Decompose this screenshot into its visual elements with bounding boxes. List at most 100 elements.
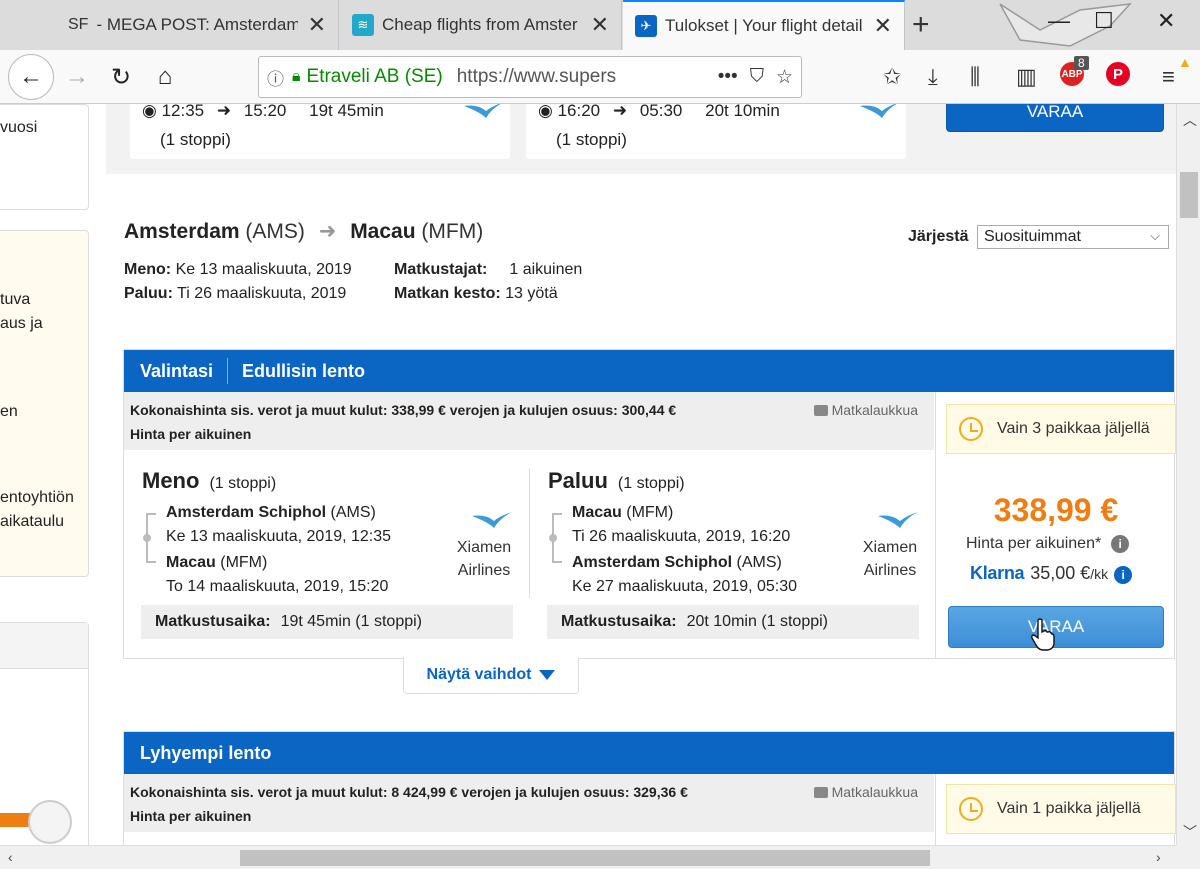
sort-select[interactable]: Suosituimmat ⌵ (977, 225, 1169, 249)
arr-time: 15:20 (243, 104, 287, 120)
close-tab-icon[interactable]: ✕ (591, 12, 609, 38)
klarna-info-icon[interactable]: i (1114, 566, 1133, 584)
forward-button[interactable]: → (58, 58, 96, 96)
bookmark-star-icon[interactable]: ☆ (776, 66, 793, 89)
luggage-info: Matkalaukkua (813, 784, 918, 800)
sort-selected-value: Suosituimmat (984, 228, 1081, 245)
page-actions-icon[interactable]: ••• (718, 66, 738, 88)
return-from: Macau (MFM) (572, 504, 673, 522)
reload-button[interactable]: ↻ (102, 58, 140, 96)
klarna-installment: Klarna 35,00 €/kk i (970, 563, 1133, 584)
url-bar[interactable]: ⓘ 🔒︎ Etraveli AB (SE) https://www.supers… (258, 56, 802, 98)
to-airport: Macau (166, 554, 216, 571)
stop-dot-icon (549, 534, 557, 542)
tab-your-choice[interactable]: Valintasi (140, 361, 213, 382)
duration-label: Matkustusaika: (155, 613, 271, 630)
book-button[interactable]: VARAA (948, 606, 1164, 648)
airline-name-line1: Xiamen (456, 539, 512, 556)
tab-shorter-flight[interactable]: Lyhyempi lento (140, 743, 271, 764)
from-code: (MFM) (626, 504, 674, 521)
reload-icon: ↻ (110, 63, 132, 91)
sidebar-icon[interactable]: ▥ (1016, 64, 1037, 90)
info-circle-icon[interactable]: ⓘ (267, 65, 284, 90)
header-divider (227, 358, 229, 384)
menu-hamburger-icon[interactable]: ≡ (1162, 64, 1175, 90)
duration-value: 19t 45min (1 stoppi) (280, 613, 422, 630)
back-button[interactable]: ← (8, 54, 54, 100)
tab-cheap-flights[interactable]: ≋ Cheap flights from Amster ✕ (340, 0, 622, 50)
url-text[interactable]: https://www.supers (457, 66, 706, 88)
maximize-icon[interactable]: ☐ (1094, 8, 1114, 34)
home-button[interactable]: ⌂ (146, 58, 184, 96)
outbound-to-time: To 14 maaliskuuta, 2019, 15:20 (166, 578, 389, 595)
scroll-down-arrow-icon[interactable]: ﹀ (1183, 822, 1197, 842)
outbound-title-text: Meno (142, 468, 200, 493)
chevron-down-icon: ⌵ (1150, 228, 1160, 243)
scroll-right-arrow-icon[interactable]: › (1156, 849, 1161, 865)
minimize-icon[interactable]: — (1048, 8, 1070, 34)
previous-book-button[interactable]: VARAA (946, 104, 1164, 132)
time-slider-handle[interactable] (28, 800, 72, 844)
duration: 19t 45min (309, 104, 384, 120)
close-window-icon[interactable]: ✕ (1157, 8, 1175, 34)
outbound-from: Amsterdam Schiphol (AMS) (166, 504, 376, 522)
outbound-duration-bar: Matkustusaika: 19t 45min (1 stoppi) (141, 605, 513, 639)
from-airport: Macau (572, 504, 622, 521)
show-stops-toggle[interactable]: Näytä vaihdot (403, 657, 579, 694)
destination-code: (MFM) (421, 220, 484, 243)
new-tab-plus-icon[interactable]: + (912, 8, 930, 42)
arrow-right-icon: ➜ (612, 104, 628, 120)
outbound-to: Macau (MFM) (166, 554, 267, 572)
seats-left-notice: Vain 1 paikka jäljellä (946, 784, 1176, 834)
tab-mega-post[interactable]: SF - MEGA POST: Amsterdam ✕ (56, 0, 339, 50)
info-icon[interactable]: i (1111, 535, 1130, 553)
library-icon[interactable]: ⫼ (970, 64, 980, 90)
stops: (1 stoppi) (556, 130, 627, 149)
depart-date: Meno: Ke 13 maaliskuuta, 2019 (124, 261, 352, 279)
to-code: (AMS) (736, 554, 782, 571)
xiamen-airlines-logo-icon (860, 104, 897, 118)
plane-favicon-icon: ✈ (635, 15, 657, 37)
arr-time: 05:30 (639, 104, 683, 120)
return-duration-bar: Matkustusaika: 20t 10min (1 stoppi) (547, 605, 919, 639)
luggage-label: Matkalaukkua (831, 784, 918, 800)
vertical-scrollbar[interactable]: ︿ ﹀ (1176, 104, 1200, 845)
radio-selected-icon[interactable]: ◉ (142, 104, 157, 120)
tab-tulokset[interactable]: ✈ Tulokset | Your flight detail ✕ (623, 0, 905, 50)
airline-name-line1: Xiamen (862, 539, 918, 556)
lock-icon: 🔒︎ (292, 68, 301, 85)
horizontal-scroll-thumb[interactable] (240, 850, 930, 866)
flight-result-card-cheapest: Valintasi Edullisin lento Kokonaishinta … (123, 349, 1176, 659)
bookmarks-star-icon[interactable]: ✩ (883, 64, 901, 90)
travellers: Matkustajat: 1 aikuinen (394, 261, 582, 279)
close-tab-icon[interactable]: ✕ (308, 12, 326, 38)
origin-code: (AMS) (245, 220, 305, 243)
navigation-bar: ← → ↻ ⌂ ⓘ 🔒︎ Etraveli AB (SE) https://ww… (0, 50, 1200, 104)
per-person-line: Hinta per aikuinen (130, 426, 252, 442)
tab-cheapest[interactable]: Edullisin lento (242, 361, 365, 382)
duration-label: Matkustusaika: (561, 613, 677, 630)
pocket-icon[interactable]: ⛉ (750, 66, 764, 88)
dep-time: 12:35 (161, 104, 205, 120)
pinterest-icon[interactable]: P (1106, 62, 1130, 86)
close-tab-icon[interactable]: ✕ (874, 13, 892, 39)
sidebar-text: entoyhtiön (0, 489, 74, 506)
price-summary-strip: Kokonaishinta sis. verot ja muut kulut: … (124, 392, 934, 450)
previous-result-panel: ◉ 12:35 ➜ 15:20 19t 45min (1 stoppi) ◉ 1… (106, 104, 1176, 174)
scroll-up-arrow-icon[interactable]: ︿ (1183, 110, 1197, 130)
radio-selected-icon[interactable]: ◉ (538, 104, 553, 120)
card-header: Lyhyempi lento (124, 732, 1174, 774)
luggage-label: Matkalaukkua (831, 402, 918, 418)
horizontal-scrollbar[interactable]: ‹ › (0, 845, 1176, 869)
route-arrow-icon: ➜ (318, 220, 337, 243)
scroll-left-arrow-icon[interactable]: ‹ (8, 849, 13, 865)
return-title: Paluu (1 stoppi) (548, 468, 685, 494)
vertical-scroll-thumb[interactable] (1180, 172, 1198, 218)
download-icon[interactable]: ⤓ (928, 64, 938, 90)
tab-bar: SF - MEGA POST: Amsterdam ✕ ≋ Cheap flig… (0, 0, 1200, 50)
site-identity[interactable]: Etraveli AB (SE) (307, 66, 443, 88)
dep-time: 16:20 (557, 104, 601, 120)
adblock-badge: 8 (1074, 56, 1089, 70)
to-airport: Amsterdam Schiphol (572, 554, 733, 571)
sidebar-text: aikataulu (0, 513, 65, 530)
